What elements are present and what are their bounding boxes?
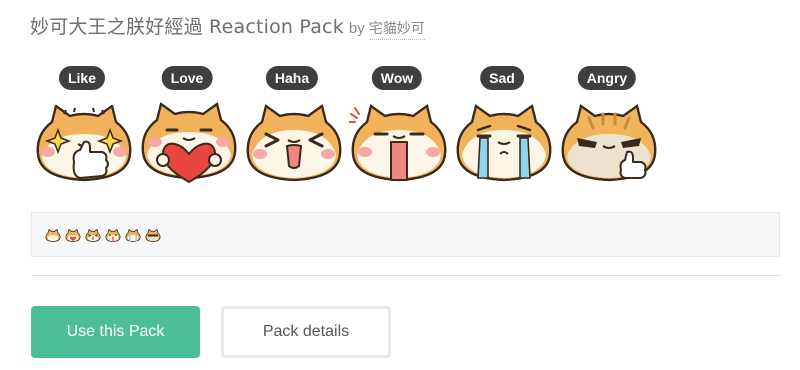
mini-sad-icon — [125, 229, 141, 242]
section-divider — [31, 275, 781, 276]
cat-thumbs-up-sparkle-icon — [36, 104, 132, 182]
cat-laughing-icon — [246, 104, 342, 182]
mini-haha-icon — [85, 229, 101, 242]
reaction-sad[interactable]: Sad — [452, 66, 552, 190]
author-link[interactable]: 宅貓妙可 — [368, 18, 425, 40]
mini-wow-icon — [105, 229, 121, 242]
reaction-label-love: Love — [161, 66, 213, 90]
mini-love-icon — [65, 229, 81, 242]
cat-surprised-icon — [349, 104, 447, 182]
reaction-label-wow: Wow — [371, 66, 423, 90]
pack-header: 妙可大王之朕好經過 Reaction Pack by 宅貓妙可 — [30, 12, 425, 40]
use-pack-button[interactable]: Use this Pack — [31, 306, 200, 358]
cat-holding-heart-icon — [141, 102, 237, 184]
reaction-label-sad: Sad — [480, 66, 524, 90]
reaction-preview-bar — [31, 212, 780, 257]
reaction-list: Like Love Haha Wow Sad Angry — [30, 66, 680, 190]
mini-like-icon — [45, 229, 61, 242]
reaction-love[interactable]: Love — [137, 66, 237, 190]
reaction-haha[interactable]: Haha — [242, 66, 342, 190]
reaction-angry[interactable]: Angry — [557, 66, 657, 190]
pack-title: 妙可大王之朕好經過 Reaction Pack — [30, 16, 344, 38]
reaction-label-haha: Haha — [265, 66, 319, 90]
reaction-wow[interactable]: Wow — [347, 66, 447, 190]
by-label: by — [348, 20, 365, 37]
cat-angry-thumbs-icon — [561, 104, 657, 182]
mini-angry-icon — [145, 229, 161, 242]
reaction-like[interactable]: Like — [32, 66, 132, 190]
reaction-label-like: Like — [58, 66, 106, 90]
cat-crying-icon — [456, 104, 552, 182]
reaction-label-angry: Angry — [577, 66, 637, 90]
pack-details-button[interactable]: Pack details — [221, 306, 391, 358]
